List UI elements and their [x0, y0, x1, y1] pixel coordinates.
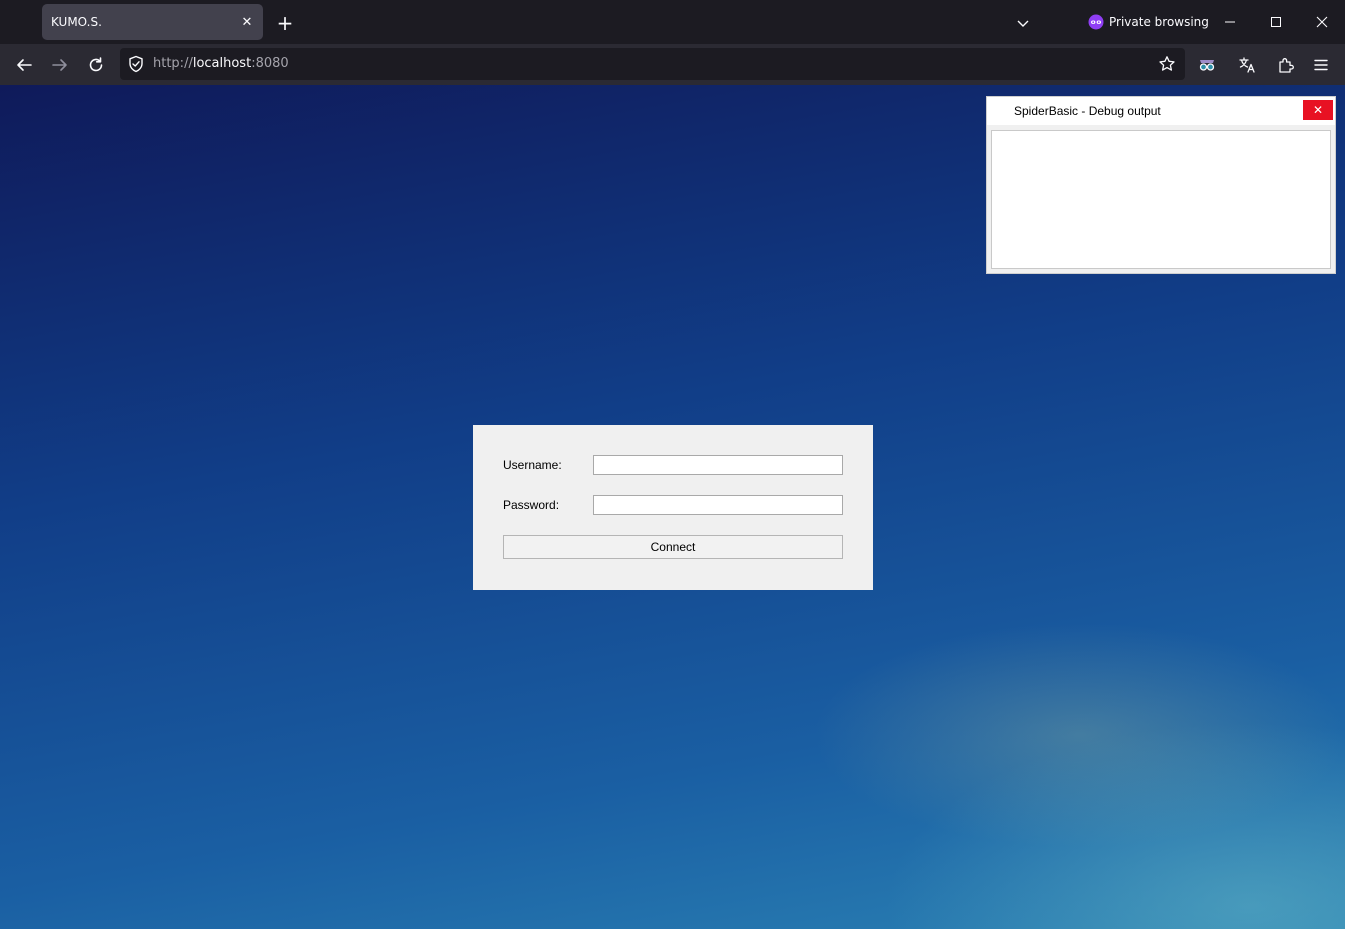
- bookmark-star-icon[interactable]: [1157, 54, 1177, 74]
- debug-output-window: SpiderBasic - Debug output ✕: [986, 96, 1336, 274]
- url-scheme: http://: [153, 56, 193, 71]
- minimize-button[interactable]: [1215, 7, 1245, 37]
- url-port: :8080: [251, 56, 289, 71]
- page-content: Username: Password: Connect SpiderBasic …: [0, 85, 1345, 929]
- browser-window: KUMO.S. ✕ + Private browsing http://loca…: [0, 0, 1345, 929]
- tab-strip: KUMO.S. ✕ + Private browsing: [0, 0, 1345, 44]
- extension-puzzle-icon[interactable]: [1271, 50, 1301, 80]
- close-window-button[interactable]: [1307, 7, 1337, 37]
- tab-close-icon[interactable]: ✕: [235, 10, 259, 34]
- login-dialog: Username: Password: Connect: [473, 425, 873, 590]
- username-label: Username:: [503, 458, 562, 472]
- debug-output-area[interactable]: [991, 130, 1331, 269]
- private-browsing-label: Private browsing: [1109, 15, 1209, 29]
- hamburger-menu-icon[interactable]: [1306, 50, 1336, 80]
- tab-title: KUMO.S.: [51, 15, 102, 29]
- maximize-button[interactable]: [1261, 7, 1291, 37]
- username-input[interactable]: [593, 455, 843, 475]
- private-browsing-mask-icon: [1088, 14, 1104, 30]
- url-text[interactable]: http://localhost:8080: [153, 48, 289, 80]
- url-host: localhost: [192, 56, 252, 71]
- tab-list-chevron-icon[interactable]: [1010, 10, 1036, 36]
- back-arrow-icon[interactable]: [9, 50, 39, 80]
- connect-button[interactable]: Connect: [503, 535, 843, 559]
- forward-arrow-icon[interactable]: [45, 50, 75, 80]
- private-mask-toolbar-icon[interactable]: [1192, 50, 1222, 80]
- tracking-protection-shield-icon[interactable]: [126, 54, 146, 74]
- navigation-toolbar: http://localhost:8080: [0, 44, 1345, 85]
- private-browsing-indicator: Private browsing: [1088, 12, 1209, 32]
- password-label: Password:: [503, 498, 560, 512]
- debug-close-button[interactable]: ✕: [1303, 100, 1333, 120]
- new-tab-button[interactable]: +: [272, 10, 298, 36]
- tab-kumo[interactable]: KUMO.S. ✕: [42, 4, 263, 40]
- password-input[interactable]: [593, 495, 843, 515]
- debug-window-title: SpiderBasic - Debug output: [1014, 104, 1161, 118]
- reload-icon[interactable]: [81, 50, 111, 80]
- address-bar[interactable]: http://localhost:8080: [120, 48, 1185, 80]
- translate-icon[interactable]: [1232, 50, 1262, 80]
- close-icon: ✕: [1312, 103, 1324, 117]
- debug-title-bar[interactable]: SpiderBasic - Debug output: [987, 97, 1335, 125]
